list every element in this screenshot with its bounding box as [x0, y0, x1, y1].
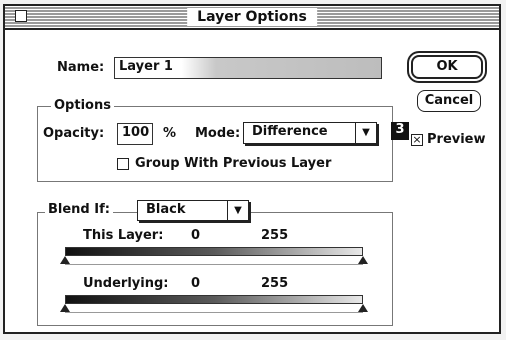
percent-sign: % [163, 126, 177, 141]
this-layer-black-slider-handle[interactable] [60, 256, 70, 264]
opacity-label: Opacity: [43, 126, 105, 141]
this-layer-gradient-bar [65, 247, 363, 256]
this-layer-slider-track [65, 264, 363, 265]
blend-if-label: Blend If: [45, 203, 113, 217]
options-group-label: Options [51, 99, 114, 113]
dialog-title: Layer Options [187, 8, 317, 26]
chevron-down-icon: ▼ [355, 123, 376, 143]
callout-number-badge: 3 [391, 122, 409, 140]
underlying-white-slider-handle[interactable] [358, 304, 368, 312]
underlying-max-value: 255 [261, 276, 289, 291]
this-layer-max-value: 255 [261, 228, 289, 243]
layer-options-dialog: Layer Options Name: Layer 1 Options Opac… [3, 4, 501, 334]
layer-name-input[interactable]: Layer 1 [114, 57, 382, 79]
mode-label: Mode: [195, 126, 241, 141]
ok-button[interactable]: OK [411, 55, 483, 79]
underlying-min-value: 0 [191, 276, 201, 291]
title-bar[interactable]: Layer Options [5, 6, 499, 30]
this-layer-min-value: 0 [191, 228, 201, 243]
underlying-black-slider-handle[interactable] [60, 304, 70, 312]
close-box-icon[interactable] [15, 10, 27, 22]
mode-select[interactable]: Difference ▼ [243, 122, 377, 144]
cancel-button[interactable]: Cancel [417, 90, 481, 112]
group-with-previous-label: Group With Previous Layer [135, 156, 332, 171]
preview-checkbox[interactable]: × [411, 134, 423, 146]
opacity-input[interactable]: 100 [117, 123, 153, 145]
underlying-slider-track [65, 312, 363, 313]
blend-if-select-value: Black [146, 202, 186, 217]
blend-if-select[interactable]: Black ▼ [137, 200, 249, 221]
this-layer-white-slider-handle[interactable] [358, 256, 368, 264]
preview-label: Preview [427, 132, 486, 147]
mode-select-value: Difference [252, 124, 328, 139]
name-label: Name: [57, 60, 105, 75]
underlying-label: Underlying: [83, 276, 169, 291]
group-with-previous-checkbox[interactable] [117, 158, 129, 170]
chevron-down-icon: ▼ [227, 201, 248, 220]
this-layer-label: This Layer: [83, 228, 164, 243]
underlying-gradient-bar [65, 295, 363, 304]
